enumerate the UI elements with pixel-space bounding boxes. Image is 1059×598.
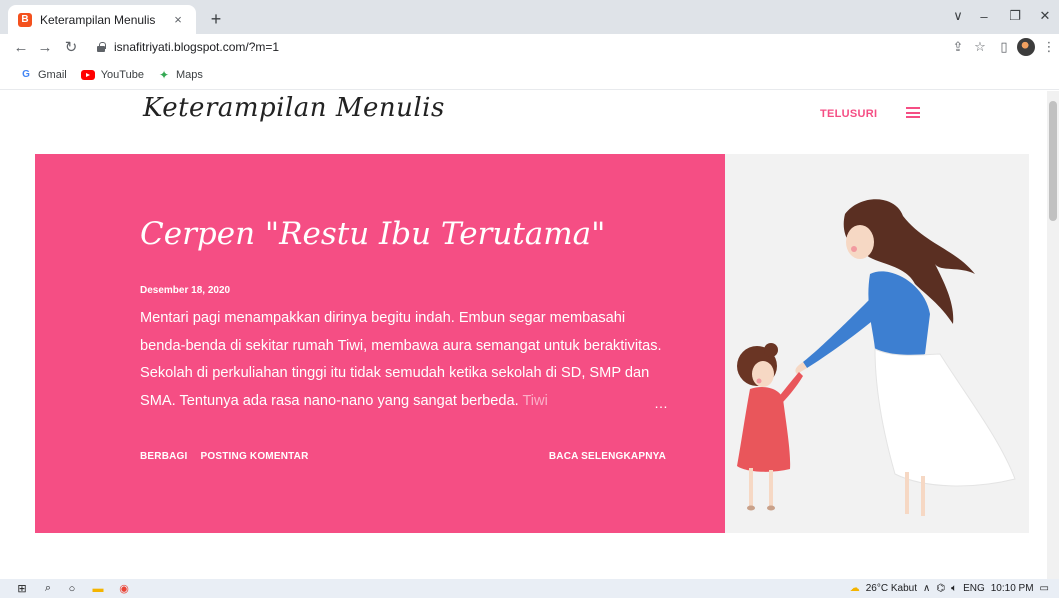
address-bar[interactable]: isnafitriyati.blogspot.com/?m=1 bbox=[90, 35, 920, 59]
file-explorer-icon[interactable]: ▬ bbox=[90, 581, 106, 596]
back-arrow-icon[interactable]: ← bbox=[10, 36, 32, 58]
notification-icon[interactable]: ▭ bbox=[1040, 583, 1049, 594]
bookmark-gmail[interactable]: G Gmail bbox=[20, 69, 67, 81]
url-text: isnafitriyati.blogspot.com/?m=1 bbox=[114, 40, 280, 54]
forward-arrow-icon[interactable]: → bbox=[34, 36, 56, 58]
tray-network-icon[interactable]: ⌬ bbox=[936, 583, 945, 594]
mother-daughter-illustration bbox=[737, 199, 1016, 516]
youtube-icon bbox=[80, 69, 95, 80]
tab-strip: B Keterampilan Menulis × + ∨ – ❐ ✕ bbox=[0, 0, 1059, 34]
post-excerpt: Mentari pagi menampakkan dirinya begitu … bbox=[140, 310, 662, 409]
bookmark-maps[interactable]: ✦ Maps bbox=[158, 67, 203, 82]
cortana-icon[interactable]: ○ bbox=[64, 581, 80, 596]
featured-post-card: Cerpen "Restu Ibu Terutama" Desember 18,… bbox=[35, 154, 725, 533]
post-date: Desember 18, 2020 bbox=[140, 285, 231, 296]
language-indicator[interactable]: ENG bbox=[963, 583, 985, 594]
windows-start-icon[interactable]: ⊞ bbox=[14, 581, 30, 596]
tab-search-icon[interactable]: ∨ bbox=[946, 4, 970, 28]
browser-toolbar: ← → ↻ isnafitriyati.blogspot.com/?m=1 ⇪ … bbox=[0, 34, 1059, 60]
close-window-button[interactable]: ✕ bbox=[1033, 4, 1057, 28]
tab-keterampilan-menulis[interactable]: B Keterampilan Menulis × bbox=[8, 5, 196, 34]
maps-icon: ✦ bbox=[158, 67, 169, 82]
kebab-menu-icon[interactable]: ⋮ bbox=[1039, 37, 1059, 57]
clock[interactable]: 10:10 PM bbox=[991, 583, 1034, 594]
minimize-button[interactable]: – bbox=[972, 4, 996, 28]
gmail-icon: G bbox=[22, 69, 30, 80]
new-tab-button[interactable]: + bbox=[205, 8, 227, 30]
blog-page: Keterampilan Menulis TELUSURI Cerpen "Re… bbox=[0, 91, 1059, 579]
close-tab-icon[interactable]: × bbox=[170, 12, 186, 27]
post-title[interactable]: Cerpen "Restu Ibu Terutama" bbox=[140, 216, 605, 252]
post-thumbnail-mother-daughter-illustration[interactable] bbox=[725, 154, 1029, 533]
lock-icon[interactable] bbox=[96, 42, 106, 52]
chrome-taskbar-icon[interactable]: ◉ bbox=[116, 581, 132, 596]
explore-button[interactable]: TELUSURI bbox=[820, 108, 877, 120]
weather-text[interactable]: 26°C Kabut bbox=[866, 583, 917, 594]
post-actions: BERBAGI POSTING KOMENTAR bbox=[140, 451, 322, 462]
weather-icon[interactable]: ☁ bbox=[850, 583, 860, 594]
profile-avatar-icon[interactable] bbox=[1017, 38, 1035, 56]
reload-icon[interactable]: ↻ bbox=[60, 36, 82, 58]
search-icon[interactable]: ⌕ bbox=[40, 581, 56, 596]
read-more-button[interactable]: BACA SELENGKAPNYA bbox=[549, 451, 666, 462]
system-tray: ☁ 26°C Kabut ∧ ⌬ 🔈︎ ENG 10:10 PM ▭ bbox=[850, 579, 1049, 598]
scrollbar-thumb[interactable] bbox=[1049, 101, 1057, 221]
page-scrollbar[interactable] bbox=[1047, 91, 1059, 579]
post-comment-button[interactable]: POSTING KOMENTAR bbox=[201, 451, 309, 462]
tray-chevron-icon[interactable]: ∧ bbox=[923, 583, 930, 594]
blogger-favicon-icon: B bbox=[18, 12, 32, 27]
hamburger-menu-icon[interactable] bbox=[906, 107, 920, 118]
bookmarks-bar: G Gmail YouTube ✦ Maps bbox=[0, 60, 1059, 90]
blog-title[interactable]: Keterampilan Menulis bbox=[143, 93, 445, 123]
excerpt-ellipsis: … bbox=[654, 395, 668, 411]
windows-taskbar: ⊞ ⌕ ○ ▬ ◉ ☁ 26°C Kabut ∧ ⌬ 🔈︎ ENG 10:10 … bbox=[0, 579, 1059, 598]
bookmark-star-icon[interactable]: ☆ bbox=[970, 37, 990, 57]
restore-button[interactable]: ❐ bbox=[1003, 4, 1027, 28]
bookmark-youtube[interactable]: YouTube bbox=[80, 69, 144, 81]
share-button[interactable]: BERBAGI bbox=[140, 451, 188, 462]
tab-title: Keterampilan Menulis bbox=[40, 12, 156, 27]
side-panel-icon[interactable]: ▯ bbox=[994, 37, 1014, 57]
tray-volume-icon[interactable]: 🔈︎ bbox=[951, 583, 957, 594]
share-icon[interactable]: ⇪ bbox=[948, 37, 968, 57]
